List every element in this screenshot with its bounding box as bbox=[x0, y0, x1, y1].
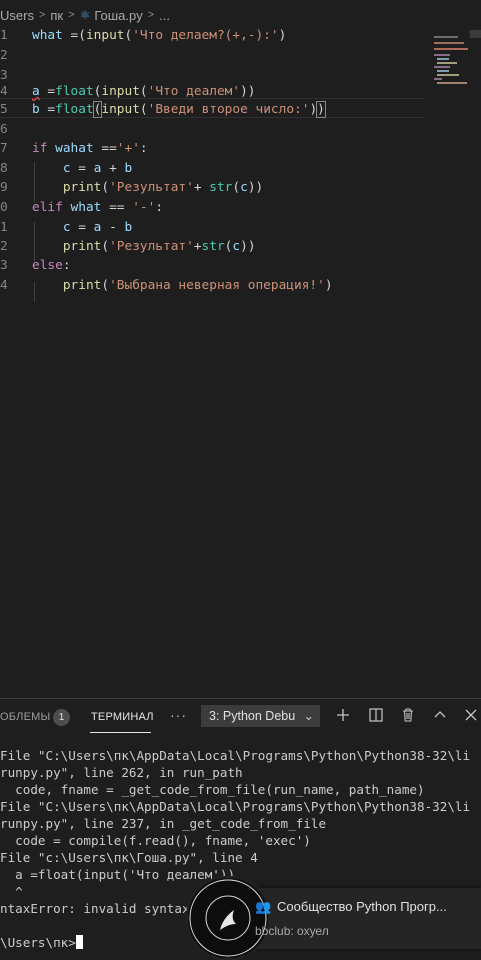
python-group-logo bbox=[189, 879, 267, 957]
terminal-cursor bbox=[75, 935, 83, 949]
terminal-line: code = compile(f.read(), fname, 'exec') bbox=[0, 833, 311, 848]
active-tab-indicator bbox=[90, 732, 151, 733]
terminal-select-value: 3: Python Debu bbox=[209, 709, 296, 723]
line-number: 4 bbox=[0, 278, 8, 293]
line-number: 2 bbox=[0, 48, 8, 63]
chevron-up-icon[interactable] bbox=[432, 707, 448, 723]
panel-tabs: ОБЛЕМЫ 1 ТЕРМИНАЛ ··· 3: Python Debu ⌄ bbox=[0, 699, 481, 736]
string-literal: '+' bbox=[116, 141, 140, 156]
line-number: 2 bbox=[0, 239, 8, 254]
line-number: 6 bbox=[0, 122, 8, 137]
chat-notification[interactable]: 👥 Сообщество Python Прогр... bbclub: оху… bbox=[186, 876, 481, 960]
chevron-right-icon: > bbox=[38, 9, 46, 21]
line-number: 9 bbox=[0, 180, 8, 195]
notification-message: bbclub: охуел bbox=[255, 924, 329, 938]
string-literal: 'Введи второе число:' bbox=[147, 102, 310, 117]
people-icon: 👥 bbox=[255, 899, 272, 914]
code-line[interactable]: 6 bbox=[0, 120, 10, 140]
notification-title: Сообщество Python Прогр... bbox=[277, 899, 447, 914]
split-terminal-icon[interactable] bbox=[368, 707, 384, 723]
scrollbar-thumb[interactable] bbox=[470, 30, 481, 38]
line-number: 1 bbox=[0, 220, 8, 235]
line-number: 8 bbox=[0, 161, 8, 176]
code-line[interactable]: 4 print('Выбрана неверная операция!') bbox=[0, 276, 333, 296]
more-icon[interactable]: ··· bbox=[170, 707, 187, 723]
close-icon[interactable] bbox=[463, 707, 479, 723]
breadcrumb-symbols[interactable]: ... bbox=[159, 8, 170, 23]
string-literal: '-' bbox=[132, 200, 156, 215]
line-number: 3 bbox=[0, 258, 8, 273]
terminal-line: code, fname = _get_code_from_file(run_na… bbox=[0, 782, 425, 797]
string-literal: 'Результат' bbox=[109, 180, 194, 195]
code-line[interactable]: 4a =float(input('Что деалем')) bbox=[0, 82, 256, 102]
chevron-right-icon: > bbox=[68, 9, 75, 21]
add-terminal-icon[interactable] bbox=[335, 707, 351, 723]
code-line[interactable]: 1 c = a - b bbox=[0, 218, 132, 238]
trash-icon[interactable] bbox=[400, 707, 416, 723]
breadcrumb-pk[interactable]: пк bbox=[50, 8, 63, 23]
terminal-prompt: \Users\пк> bbox=[0, 935, 76, 950]
code-line[interactable]: 7 if wahat =='+': bbox=[0, 139, 148, 159]
terminal-line: File "c:\Users\пк\Гоша.py", line 4 bbox=[0, 850, 258, 865]
breadcrumb-file[interactable]: Гоша.py bbox=[94, 8, 142, 23]
code-line[interactable]: 3 else: bbox=[0, 256, 71, 276]
python-file-icon: ⚛ bbox=[79, 8, 91, 22]
terminal-line: File "C:\Users\пк\AppData\Local\Programs… bbox=[0, 799, 471, 814]
code-line[interactable]: 8 c = a + b bbox=[0, 159, 132, 179]
problems-count-badge: 1 bbox=[53, 709, 70, 726]
terminal-line: runpy.py", line 237, in _get_code_from_f… bbox=[0, 816, 327, 831]
code-line[interactable]: 1 what =(input('Что делаем?(+,-):') bbox=[0, 26, 286, 46]
tab-problems[interactable]: ОБЛЕМЫ bbox=[0, 711, 50, 723]
group-avatar bbox=[186, 876, 270, 960]
tab-terminal[interactable]: ТЕРМИНАЛ bbox=[91, 711, 154, 723]
line-number: 4 bbox=[0, 84, 8, 99]
terminal-line: runpy.py", line 262, in run_path bbox=[0, 765, 243, 780]
code-line[interactable]: 2 bbox=[0, 46, 10, 66]
code-line[interactable]: 0 elif what == '-': bbox=[0, 198, 163, 218]
chevron-right-icon: > bbox=[147, 9, 155, 21]
string-literal: 'Что делаем?(+,-):' bbox=[132, 28, 279, 43]
chevron-down-icon: ⌄ bbox=[303, 709, 314, 723]
code-line[interactable]: 9 print('Результат'+ str(c)) bbox=[0, 178, 263, 198]
line-number: 5 bbox=[0, 102, 8, 117]
string-literal: 'Что деалем' bbox=[147, 84, 241, 99]
minimap[interactable] bbox=[428, 30, 481, 120]
code-editor[interactable]: 1 what =(input('Что делаем?(+,-):') 2 3 4… bbox=[0, 28, 481, 690]
code-line[interactable]: 5b =float(input('Введи второе число:')) bbox=[0, 100, 326, 120]
line-number: 0 bbox=[0, 200, 8, 215]
string-literal: 'Результат' bbox=[109, 239, 194, 254]
string-literal: 'Выбрана неверная операция!' bbox=[109, 278, 325, 293]
line-number: 7 bbox=[0, 141, 8, 156]
terminal-select[interactable]: 3: Python Debu ⌄ bbox=[201, 705, 320, 727]
code-line[interactable]: 2 print('Результат'+str(c)) bbox=[0, 237, 256, 257]
terminal-line: File "C:\Users\пк\AppData\Local\Programs… bbox=[0, 748, 471, 763]
breadcrumb-users[interactable]: Users bbox=[0, 8, 34, 23]
line-number: 1 bbox=[0, 28, 8, 43]
